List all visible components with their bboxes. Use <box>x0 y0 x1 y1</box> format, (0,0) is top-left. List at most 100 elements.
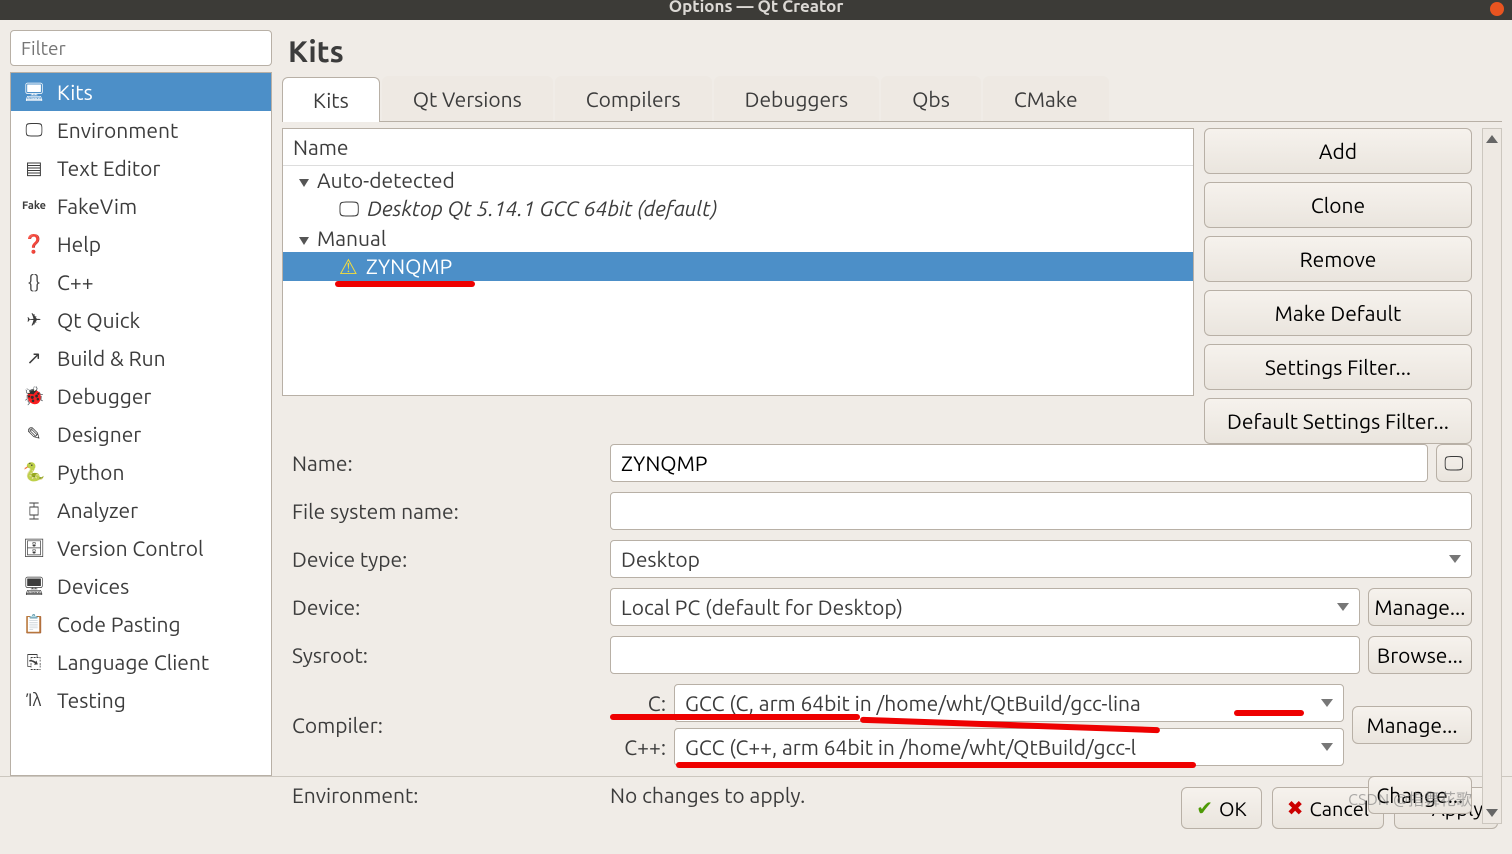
sidebar-item-debugger[interactable]: 🐞 Debugger <box>11 377 271 415</box>
sidebar-item-kits[interactable]: 🖥Kits <box>11 73 271 111</box>
tree-item-label: ZYNQMP <box>366 254 452 278</box>
compiler-manage-button[interactable]: Manage... <box>1352 706 1472 744</box>
tab-cmake[interactable]: CMake <box>983 76 1109 121</box>
sidebar-item-label: Devices <box>57 574 129 598</box>
tree-group-auto[interactable]: Auto-detected <box>283 166 1193 194</box>
python-icon: 🐍 <box>23 462 45 483</box>
sidebar-item-python[interactable]: 🐍 Python <box>11 453 271 491</box>
sidebar-item-environment[interactable]: 🖵Environment <box>11 111 271 149</box>
hammer-icon: ↗ <box>23 348 45 369</box>
clone-button[interactable]: Clone <box>1204 182 1472 228</box>
sysroot-browse-button[interactable]: Browse... <box>1368 636 1472 674</box>
sysroot-label: Sysroot: <box>282 643 610 667</box>
vertical-scrollbar[interactable] <box>1482 128 1502 824</box>
sidebar-item-version-control[interactable]: 🗄 Version Control <box>11 529 271 567</box>
chevron-down-icon <box>299 179 309 187</box>
tab-compilers[interactable]: Compilers <box>555 76 712 121</box>
sidebar-item-label: Debugger <box>57 384 151 408</box>
sidebar-item-text-editor[interactable]: ▤Text Editor <box>11 149 271 187</box>
sidebar-item-label: Designer <box>57 422 141 446</box>
tree-group-manual[interactable]: Manual <box>283 224 1193 252</box>
plane-icon: ✈ <box>23 310 45 331</box>
window-title: Options — Qt Creator <box>669 0 844 16</box>
warning-icon: ⚠ <box>339 254 358 278</box>
compiler-cpp-combo[interactable]: GCC (C++, arm 64bit in /home/wht/QtBuild… <box>674 728 1344 766</box>
annotation-underline <box>1234 710 1304 716</box>
sidebar-item-code-pasting[interactable]: 📋Code Pasting <box>11 605 271 643</box>
tab-bar: Kits Qt Versions Compilers Debuggers Qbs… <box>282 76 1502 122</box>
environment-label: Environment: <box>282 783 610 807</box>
close-icon[interactable] <box>1490 2 1504 16</box>
tree-group-label: Auto-detected <box>317 168 455 192</box>
tab-qt-versions[interactable]: Qt Versions <box>382 76 553 121</box>
sidebar-item-testing[interactable]: ΊλTesting <box>11 681 271 719</box>
bug-icon: 🐞 <box>23 386 45 407</box>
monitor-icon: 🖵 <box>1444 451 1463 475</box>
remove-button[interactable]: Remove <box>1204 236 1472 282</box>
sidebar-item-label: C++ <box>57 270 94 294</box>
sidebar-item-label: Python <box>57 460 124 484</box>
settings-filter-button[interactable]: Settings Filter... <box>1204 344 1472 390</box>
default-settings-filter-button[interactable]: Default Settings Filter... <box>1204 398 1472 444</box>
compiler-c-label: C: <box>610 691 666 715</box>
combo-value: GCC (C, arm 64bit in /home/wht/QtBuild/g… <box>685 691 1141 715</box>
sidebar-item-help[interactable]: ❓ Help <box>11 225 271 263</box>
sidebar-item-language-client[interactable]: ⎘Language Client <box>11 643 271 681</box>
sidebar-item-label: Code Pasting <box>57 612 181 636</box>
name-input[interactable] <box>610 444 1428 482</box>
name-label: Name: <box>282 451 610 475</box>
kits-tree[interactable]: Name Auto-detected 🖵 Desktop Qt 5.14.1 GC… <box>282 128 1194 396</box>
device-manage-button[interactable]: Manage... <box>1368 588 1472 626</box>
tab-debuggers[interactable]: Debuggers <box>714 76 880 121</box>
device-type-icon-button[interactable]: 🖵 <box>1436 444 1472 482</box>
device-combo[interactable]: Local PC (default for Desktop) <box>610 588 1360 626</box>
tree-item-zynqmp[interactable]: ⚠ ZYNQMP <box>283 252 1193 281</box>
sidebar-item-label: Text Editor <box>57 156 160 180</box>
chevron-down-icon <box>1321 743 1333 751</box>
scroll-up-icon[interactable] <box>1483 129 1501 149</box>
combo-value: Desktop <box>621 547 700 571</box>
sidebar-item-build-run[interactable]: ↗Build & Run <box>11 339 271 377</box>
sidebar-item-qtquick[interactable]: ✈ Qt Quick <box>11 301 271 339</box>
sidebar-item-fakevim[interactable]: Fake FakeVim <box>11 187 271 225</box>
filter-input[interactable] <box>10 30 272 66</box>
sidebar-item-label: Version Control <box>57 536 204 560</box>
sidebar-item-label: Analyzer <box>57 498 138 522</box>
compiler-cpp-label: C++: <box>610 735 666 759</box>
vcs-icon: 🗄 <box>23 538 45 559</box>
tree-item-label: Desktop Qt 5.14.1 GCC 64bit (default) <box>367 196 717 220</box>
annotation-underline <box>676 762 1196 768</box>
braces-icon: {} <box>23 272 45 292</box>
tree-header-name: Name <box>283 129 1193 166</box>
kits-icon: 🖥 <box>23 82 45 103</box>
sidebar-item-analyzer[interactable]: ⧮Analyzer <box>11 491 271 529</box>
tab-qbs[interactable]: Qbs <box>881 76 981 121</box>
help-icon: ❓ <box>23 234 45 255</box>
sidebar-item-designer[interactable]: ✎Designer <box>11 415 271 453</box>
make-default-button[interactable]: Make Default <box>1204 290 1472 336</box>
device-type-combo[interactable]: Desktop <box>610 540 1472 578</box>
fsname-input[interactable] <box>610 492 1472 530</box>
tree-group-label: Manual <box>317 226 386 250</box>
sidebar-item-label: FakeVim <box>57 194 137 218</box>
lang-client-icon: ⎘ <box>23 652 45 673</box>
compiler-label: Compiler: <box>282 713 610 737</box>
sidebar-item-label: Qt Quick <box>57 308 140 332</box>
chevron-down-icon <box>1449 555 1461 563</box>
chevron-down-icon <box>299 237 309 245</box>
fakevim-icon: Fake <box>23 200 45 212</box>
device-label: Device: <box>282 595 610 619</box>
monitor-icon: 🖵 <box>339 196 359 220</box>
scroll-down-icon[interactable] <box>1483 803 1501 823</box>
tab-kits[interactable]: Kits <box>282 77 380 122</box>
fsname-label: File system name: <box>282 499 610 523</box>
annotation-underline <box>610 714 860 720</box>
sidebar-item-cpp[interactable]: {} C++ <box>11 263 271 301</box>
testing-icon: Ίλ <box>23 690 45 710</box>
tree-item-desktop-default[interactable]: 🖵 Desktop Qt 5.14.1 GCC 64bit (default) <box>283 194 1193 224</box>
sysroot-input[interactable] <box>610 636 1360 674</box>
sidebar-item-label: Help <box>57 232 101 256</box>
sidebar-item-devices[interactable]: 🖥Devices <box>11 567 271 605</box>
add-button[interactable]: Add <box>1204 128 1472 174</box>
sidebar-item-label: Environment <box>57 118 178 142</box>
